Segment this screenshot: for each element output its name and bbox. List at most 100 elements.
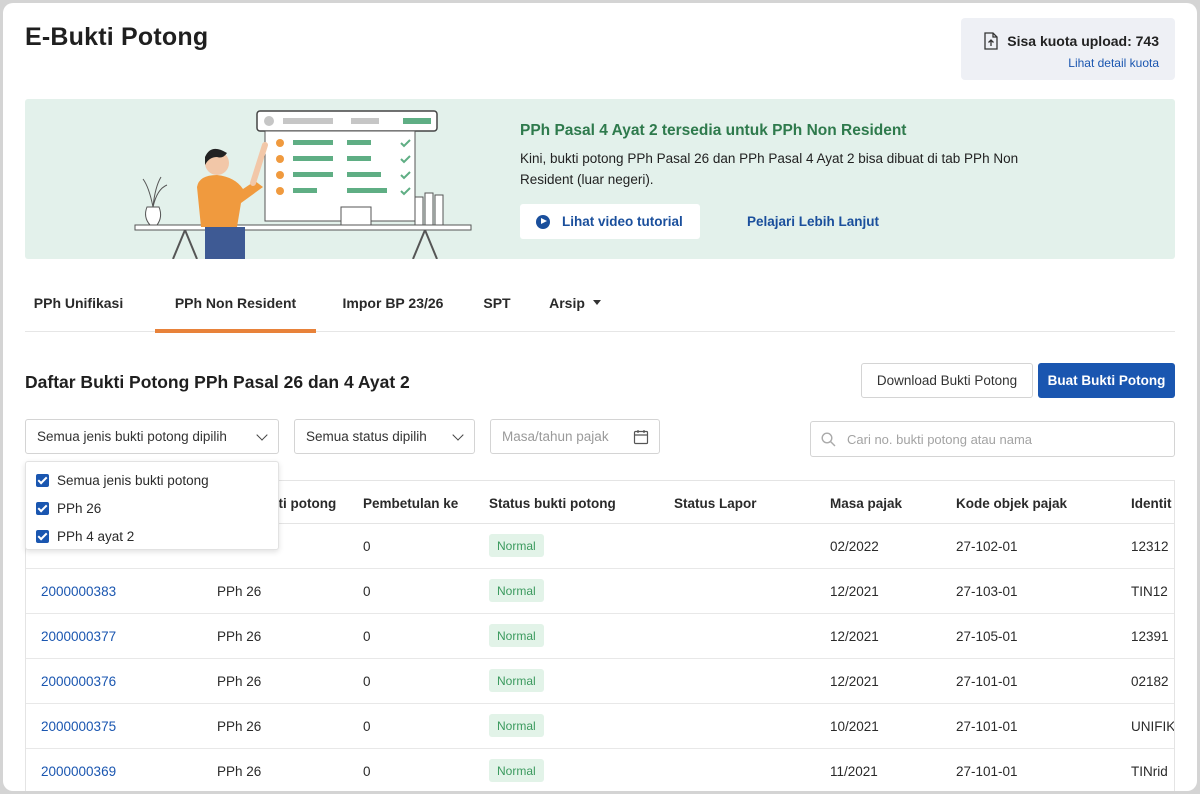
search-placeholder: Cari no. bukti potong atau nama (847, 431, 1033, 447)
pembetulan-cell: 0 (363, 584, 371, 599)
masa-cell: 12/2021 (830, 674, 879, 689)
tab-impor-bp[interactable]: Impor BP 23/26 (333, 273, 453, 332)
pembetulan-cell: 0 (363, 764, 371, 779)
chevron-down-icon (452, 429, 464, 441)
tab-label: Arsip (549, 294, 585, 311)
type-filter-select[interactable]: Semua jenis bukti potong dipilih (25, 419, 279, 454)
kode-cell: 27-102-01 (956, 539, 1018, 554)
masa-pajak-placeholder: Masa/tahun pajak (502, 429, 609, 444)
quota-detail-link[interactable]: Lihat detail kuota (1068, 56, 1159, 70)
masa-cell: 10/2021 (830, 719, 879, 734)
jenis-cell: PPh 26 (217, 719, 262, 734)
bukti-potong-number[interactable]: 2000000375 (41, 719, 116, 734)
pembetulan-cell: 0 (363, 719, 371, 734)
table-row[interactable]: 2000000383 PPh 26 0 Normal 12/2021 27-10… (26, 569, 1174, 614)
chevron-down-icon (256, 429, 268, 441)
jenis-cell: PPh 26 (217, 584, 262, 599)
page-title: E-Bukti Potong (25, 23, 209, 51)
table-row[interactable]: 2000000377 PPh 26 0 Normal 12/2021 27-10… (26, 614, 1174, 659)
kode-cell: 27-105-01 (956, 629, 1018, 644)
header-masa-pajak: Masa pajak (830, 496, 903, 511)
banner-illustration (134, 110, 472, 259)
option-label: PPh 4 ayat 2 (57, 528, 135, 544)
status-badge: Normal (489, 624, 544, 647)
option-pph-26[interactable]: PPh 26 (36, 498, 101, 518)
status-badge: Normal (489, 669, 544, 692)
masa-pajak-input[interactable]: Masa/tahun pajak (490, 419, 660, 454)
info-banner: PPh Pasal 4 Ayat 2 tersedia untuk PPh No… (25, 99, 1175, 259)
tab-label: SPT (483, 294, 511, 311)
header-identitas: Identit (1131, 496, 1172, 511)
status-badge: Normal (489, 714, 544, 737)
jenis-cell: PPh 26 (217, 629, 262, 644)
table-row[interactable]: 2000000376 PPh 26 0 Normal 12/2021 27-10… (26, 659, 1174, 704)
video-tutorial-label: Lihat video tutorial (562, 214, 683, 229)
checkbox-checked-icon[interactable] (36, 501, 49, 515)
status-filter-value: Semua status dipilih (306, 429, 427, 444)
kode-cell: 27-101-01 (956, 674, 1018, 689)
kode-cell: 27-101-01 (956, 719, 1018, 734)
option-label: PPh 26 (57, 500, 102, 516)
identitas-cell: 12312 (1131, 539, 1169, 554)
masa-cell: 12/2021 (830, 584, 879, 599)
identitas-cell: UNIFIK (1131, 719, 1175, 734)
tab-label: PPh Unifikasi (33, 294, 124, 311)
option-semua-jenis[interactable]: Semua jenis bukti potong (36, 470, 209, 490)
header-status: Status bukti potong (489, 496, 616, 511)
bukti-potong-number[interactable]: 2000000377 (41, 629, 116, 644)
bukti-potong-number[interactable]: 2000000383 (41, 584, 116, 599)
caret-down-icon (592, 300, 601, 305)
jenis-cell: PPh 26 (217, 764, 262, 779)
type-filter-value: Semua jenis bukti potong dipilih (37, 429, 227, 444)
kode-cell: 27-101-01 (956, 764, 1018, 779)
search-input[interactable]: Cari no. bukti potong atau nama (810, 421, 1175, 457)
masa-cell: 11/2021 (830, 764, 878, 779)
table-row[interactable]: 2000000375 PPh 26 0 Normal 10/2021 27-10… (26, 704, 1174, 749)
header-jenis: kti potong (271, 496, 337, 511)
tab-arsip[interactable]: Arsip (539, 273, 611, 332)
video-tutorial-button[interactable]: Lihat video tutorial (520, 204, 700, 239)
search-icon (821, 432, 836, 447)
bukti-potong-number[interactable]: 2000000369 (41, 764, 116, 779)
pembetulan-cell: 0 (363, 674, 371, 689)
banner-description: Kini, bukti potong PPh Pasal 26 dan PPh … (520, 151, 1019, 187)
header-pembetulan: Pembetulan ke (363, 496, 459, 511)
identitas-cell: TINrid (1131, 764, 1168, 779)
jenis-cell: PPh 26 (217, 674, 262, 689)
play-icon (536, 214, 550, 229)
quota-card: Sisa kuota upload: 743 Lihat detail kuot… (961, 18, 1175, 80)
tab-spt[interactable]: SPT (475, 273, 519, 332)
header-status-lapor: Status Lapor (674, 496, 757, 511)
kode-cell: 27-103-01 (956, 584, 1018, 599)
app-window: E-Bukti Potong Sisa kuota upload: 743 Li… (3, 3, 1197, 791)
quota-row: Sisa kuota upload: 743 (983, 32, 1159, 50)
upload-file-icon (984, 32, 998, 50)
type-filter-dropdown: Semua jenis bukti potong PPh 26 PPh 4 ay… (25, 461, 279, 550)
tab-pph-non-resident[interactable]: PPh Non Resident (155, 273, 316, 333)
checkbox-checked-icon[interactable] (36, 529, 49, 543)
bukti-potong-number[interactable]: 2000000376 (41, 674, 116, 689)
option-label: Semua jenis bukti potong (57, 472, 209, 488)
checkbox-checked-icon[interactable] (36, 473, 49, 487)
pembetulan-cell: 0 (363, 629, 371, 644)
status-badge: Normal (489, 579, 544, 602)
banner-title: PPh Pasal 4 Ayat 2 tersedia untuk PPh No… (520, 122, 907, 139)
status-filter-select[interactable]: Semua status dipilih (294, 419, 475, 454)
status-badge: Normal (489, 759, 544, 782)
list-title: Daftar Bukti Potong PPh Pasal 26 dan 4 A… (25, 372, 410, 392)
tab-label: Impor BP 23/26 (342, 294, 444, 311)
learn-more-link[interactable]: Pelajari Lebih Lanjut (747, 214, 879, 229)
status-badge: Normal (489, 534, 544, 557)
option-pph-4-ayat-2[interactable]: PPh 4 ayat 2 (36, 526, 134, 546)
quota-text: Sisa kuota upload: 743 (1007, 33, 1159, 49)
tab-bar: PPh Unifikasi PPh Non Resident Impor BP … (25, 273, 1175, 333)
masa-cell: 12/2021 (830, 629, 879, 644)
table-row[interactable]: 2000000369 PPh 26 0 Normal 11/2021 27-10… (26, 749, 1174, 791)
create-bukti-potong-button[interactable]: Buat Bukti Potong (1038, 363, 1175, 398)
tab-pph-unifikasi[interactable]: PPh Unifikasi (25, 273, 132, 332)
pembetulan-cell: 0 (363, 539, 371, 554)
download-bukti-potong-button[interactable]: Download Bukti Potong (861, 363, 1033, 398)
tab-label: PPh Non Resident (174, 294, 297, 311)
identitas-cell: TIN12 (1131, 584, 1168, 599)
header-kode-objek: Kode objek pajak (956, 496, 1068, 511)
